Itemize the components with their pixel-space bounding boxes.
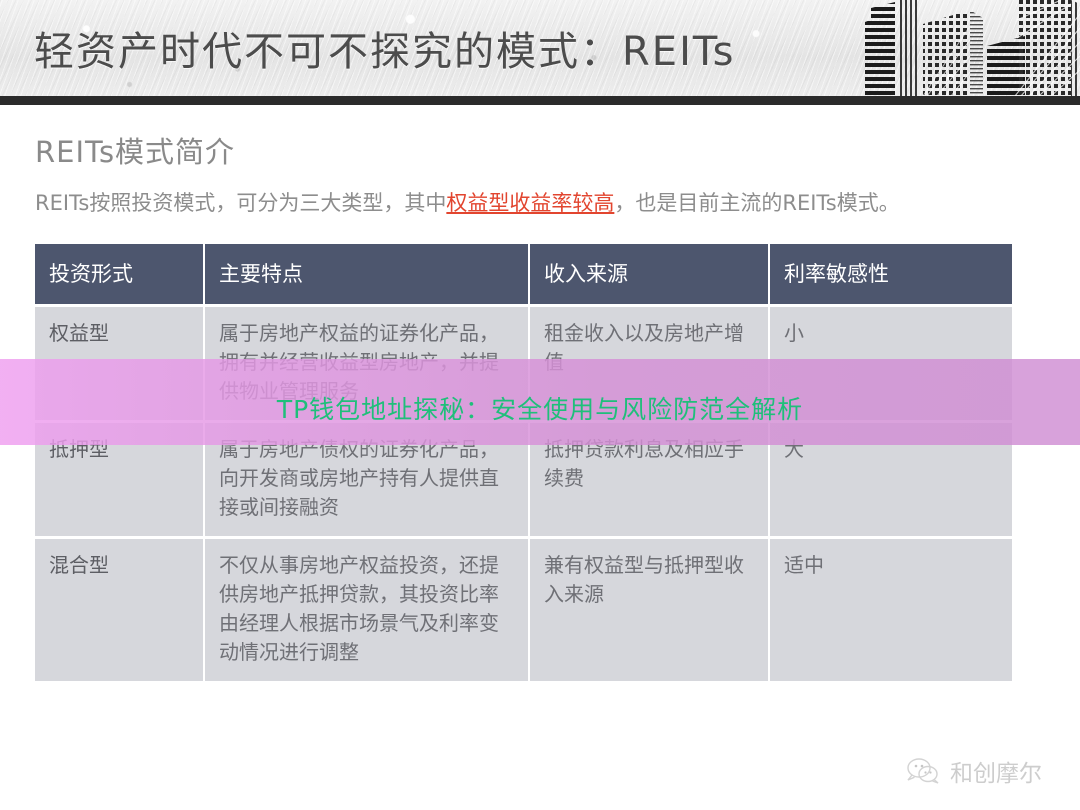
intro-text-before: REITs按照投资模式，可分为三大类型，其中 bbox=[35, 191, 447, 215]
page-header: 轻资产时代不可不探究的模式：REITs bbox=[0, 0, 1080, 96]
cell-income: 抵押贷款利息及相应手续费 bbox=[530, 420, 770, 536]
header-divider-bar bbox=[0, 96, 1080, 105]
column-header-income-source: 收入来源 bbox=[530, 244, 770, 304]
skyscrapers-icon bbox=[865, 0, 1080, 96]
table-row: 混合型 不仅从事房地产权益投资，还提供房地产抵押贷款，其投资比率由经理人根据市场… bbox=[35, 536, 1012, 681]
intro-highlight: 权益型收益率较高 bbox=[446, 191, 615, 215]
section-title: REITs模式简介 bbox=[35, 135, 236, 169]
cell-features: 属于房地产债权的证券化产品，向开发商或房地产持有人提供直接或间接融资 bbox=[205, 420, 530, 536]
page-title: 轻资产时代不可不探究的模式：REITs bbox=[34, 29, 736, 75]
cell-features: 不仅从事房地产权益投资，还提供房地产抵押贷款，其投资比率由经理人根据市场景气及利… bbox=[205, 536, 530, 681]
column-header-rate-sensitivity: 利率敏感性 bbox=[770, 244, 1012, 304]
cell-type: 混合型 bbox=[35, 536, 205, 681]
intro-text-after: ，也是目前主流的REITs模式。 bbox=[614, 191, 900, 215]
column-header-investment-form: 投资形式 bbox=[35, 244, 205, 304]
footer-brand-name: 和创摩尔 bbox=[950, 761, 1042, 787]
table-header-row: 投资形式 主要特点 收入来源 利率敏感性 bbox=[35, 244, 1012, 304]
cell-sensitivity: 适中 bbox=[770, 536, 1012, 681]
table-row: 抵押型 属于房地产债权的证券化产品，向开发商或房地产持有人提供直接或间接融资 抵… bbox=[35, 420, 1012, 536]
column-header-main-features: 主要特点 bbox=[205, 244, 530, 304]
wechat-icon bbox=[907, 758, 939, 784]
footer-watermark: 和创摩尔 bbox=[906, 754, 1042, 788]
cell-sensitivity: 大 bbox=[770, 420, 1012, 536]
intro-paragraph: REITs按照投资模式，可分为三大类型，其中权益型收益率较高，也是目前主流的RE… bbox=[35, 187, 1000, 220]
overlay-banner-text: TP钱包地址探秘：安全使用与风险防范全解析 bbox=[276, 395, 804, 424]
cell-income: 兼有权益型与抵押型收入来源 bbox=[530, 536, 770, 681]
reits-types-table: 投资形式 主要特点 收入来源 利率敏感性 权益型 属于房地产权益的证券化产品，拥… bbox=[35, 244, 1012, 681]
cell-type: 抵押型 bbox=[35, 420, 205, 536]
